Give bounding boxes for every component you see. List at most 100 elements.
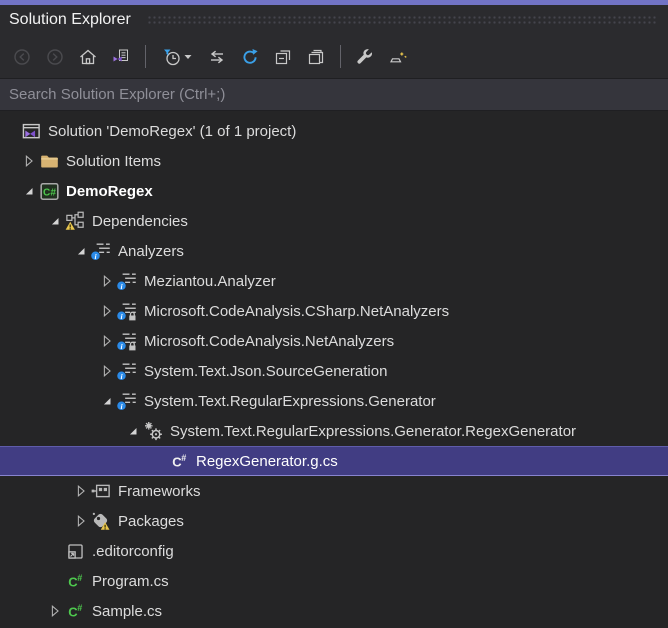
- tree-item-label: System.Text.Json.SourceGeneration: [144, 363, 387, 380]
- show-all-files-icon: [307, 48, 325, 66]
- sync-with-active-document-button[interactable]: [203, 43, 231, 70]
- tree-item-microsoft-codeanalysis-netanalyzers[interactable]: i Microsoft.CodeAnalysis.NetAnalyzers: [0, 326, 668, 356]
- dropdown-caret-icon: [184, 54, 192, 60]
- chevron-expanded-icon[interactable]: [124, 423, 142, 439]
- tree-item-analyzers[interactable]: i Analyzers: [0, 236, 668, 266]
- switch-views-icon: [112, 48, 130, 66]
- chevron-spacer: [2, 123, 20, 139]
- editorconfig-icon: [64, 541, 86, 561]
- drag-handle[interactable]: [147, 15, 658, 26]
- tree-item-label: Analyzers: [118, 243, 184, 260]
- analyzer-icon: i: [90, 241, 112, 261]
- toolbar: [0, 35, 668, 78]
- tree-item-editorconfig[interactable]: .editorconfig: [0, 536, 668, 566]
- tree-item-regexgenerator-g-cs[interactable]: C# RegexGenerator.g.cs: [0, 446, 668, 476]
- tree-item-program-cs[interactable]: C#Program.cs: [0, 566, 668, 596]
- chevron-collapsed-icon[interactable]: [46, 603, 64, 619]
- back-button[interactable]: [8, 43, 36, 70]
- packages-warning-icon: [90, 511, 112, 531]
- show-all-files-button[interactable]: [302, 43, 330, 70]
- tree-item-label: System.Text.RegularExpressions.Generator…: [170, 423, 576, 440]
- tree-item-label: Program.cs: [92, 573, 169, 590]
- refresh-button[interactable]: [236, 43, 264, 70]
- properties-button[interactable]: [351, 43, 379, 70]
- tree-item-frameworks[interactable]: Frameworks: [0, 476, 668, 506]
- chevron-collapsed-icon[interactable]: [98, 303, 116, 319]
- chevron-spacer: [150, 453, 168, 469]
- generator-gears-icon: [142, 421, 164, 441]
- preview-selected-items-button[interactable]: [384, 43, 412, 70]
- properties-icon: [356, 48, 374, 66]
- sync-with-active-document-icon: [208, 48, 226, 66]
- tree-item-demoregex[interactable]: C# DemoRegex: [0, 176, 668, 206]
- forward-icon: [46, 48, 64, 66]
- chevron-collapsed-icon[interactable]: [72, 483, 90, 499]
- tree-item-label: .editorconfig: [92, 543, 174, 560]
- tree-item-label: Frameworks: [118, 483, 201, 500]
- dependencies-warning-icon: [64, 211, 86, 231]
- chevron-collapsed-icon[interactable]: [72, 513, 90, 529]
- chevron-collapsed-icon[interactable]: [98, 273, 116, 289]
- chevron-collapsed-icon[interactable]: [98, 363, 116, 379]
- panel-titlebar: Solution Explorer: [0, 5, 668, 35]
- chevron-spacer: [46, 573, 64, 589]
- tree-item-label: Microsoft.CodeAnalysis.NetAnalyzers: [144, 333, 394, 350]
- tree-item-label: Solution Items: [66, 153, 161, 170]
- tree-item-dependencies[interactable]: Dependencies: [0, 206, 668, 236]
- home-button[interactable]: [74, 43, 102, 70]
- tree-item-label: Meziantou.Analyzer: [144, 273, 276, 290]
- tree-item-microsoft-codeanalysis-csharp-netanalyzers[interactable]: i Microsoft.CodeAnalysis.CSharp.NetAnalyz…: [0, 296, 668, 326]
- csharp-file-icon: C#: [64, 601, 86, 621]
- chevron-expanded-icon[interactable]: [72, 243, 90, 259]
- tree-item-label: Packages: [118, 513, 184, 530]
- forward-button[interactable]: [41, 43, 69, 70]
- analyzer-icon: i: [116, 361, 138, 381]
- analyzer-icon: i: [116, 271, 138, 291]
- tree-item-system-text-json-sourcegeneration[interactable]: i System.Text.Json.SourceGeneration: [0, 356, 668, 386]
- panel-title: Solution Explorer: [9, 11, 131, 29]
- back-icon: [13, 48, 31, 66]
- solution-tree: Solution 'DemoRegex' (1 of 1 project) Sol…: [0, 111, 668, 628]
- svg-text:C#: C#: [43, 187, 56, 198]
- preview-selected-items-icon: [389, 48, 407, 66]
- analyzer-icon: i: [116, 391, 138, 411]
- tree-item-label: Solution 'DemoRegex' (1 of 1 project): [48, 123, 296, 140]
- tree-item-label: DemoRegex: [66, 183, 153, 200]
- tree-item-system-text-regularexpressions-generator-regex[interactable]: System.Text.RegularExpressions.Generator…: [0, 416, 668, 446]
- search-input[interactable]: [0, 86, 668, 103]
- collapse-all-icon: [274, 48, 292, 66]
- csharp-project-icon: C#: [38, 181, 60, 201]
- analyzer-lock-icon: i: [116, 301, 138, 321]
- tree-item-label: Dependencies: [92, 213, 188, 230]
- collapse-all-button[interactable]: [269, 43, 297, 70]
- toolbar-separator: [340, 45, 341, 68]
- tree-item-sample-cs[interactable]: C# Sample.cs: [0, 596, 668, 626]
- tree-item-system-text-regularexpressions-generator[interactable]: i System.Text.RegularExpressions.Generato…: [0, 386, 668, 416]
- solution-icon: [20, 121, 42, 141]
- tree-item-label: RegexGenerator.g.cs: [196, 453, 338, 470]
- tree-item-label: Microsoft.CodeAnalysis.CSharp.NetAnalyze…: [144, 303, 449, 320]
- chevron-expanded-icon[interactable]: [20, 183, 38, 199]
- tree-item-label: System.Text.RegularExpressions.Generator: [144, 393, 436, 410]
- tree-item-label: Sample.cs: [92, 603, 162, 620]
- tree-item-meziantou-analyzer[interactable]: i Meziantou.Analyzer: [0, 266, 668, 296]
- refresh-icon: [241, 48, 259, 66]
- tree-item-solution-demoregex-1-of-1-project[interactable]: Solution 'DemoRegex' (1 of 1 project): [0, 116, 668, 146]
- folder-icon: [38, 151, 60, 171]
- search-band: [0, 78, 668, 111]
- toolbar-separator: [145, 45, 146, 68]
- chevron-expanded-icon[interactable]: [98, 393, 116, 409]
- chevron-expanded-icon[interactable]: [46, 213, 64, 229]
- tree-item-solution-items[interactable]: Solution Items: [0, 146, 668, 176]
- switch-views-button[interactable]: [107, 43, 135, 70]
- home-icon: [79, 48, 97, 66]
- pending-changes-filter-icon: [163, 48, 181, 66]
- chevron-collapsed-icon[interactable]: [98, 333, 116, 349]
- chevron-collapsed-icon[interactable]: [20, 153, 38, 169]
- tree-item-packages[interactable]: Packages: [0, 506, 668, 536]
- analyzer-lock-icon: i: [116, 331, 138, 351]
- frameworks-icon: [90, 481, 112, 501]
- csharp-file-light-icon: C#: [168, 451, 190, 471]
- pending-changes-filter-button[interactable]: [156, 43, 198, 70]
- chevron-spacer: [46, 543, 64, 559]
